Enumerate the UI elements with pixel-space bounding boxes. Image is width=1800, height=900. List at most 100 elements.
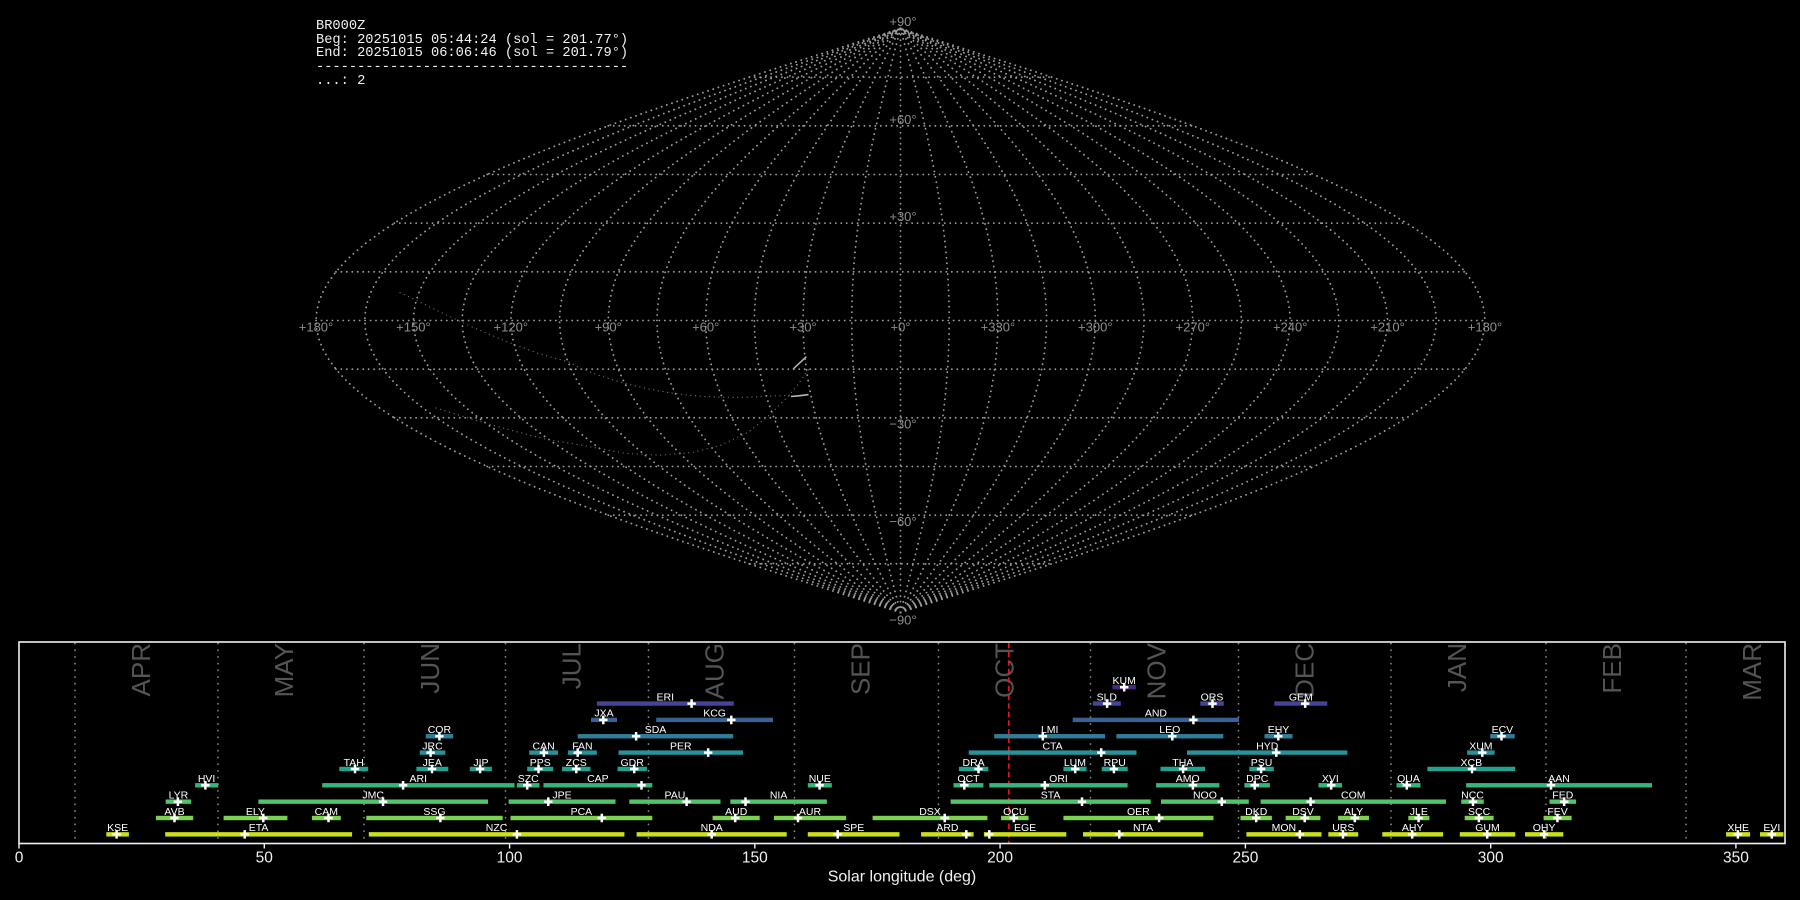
svg-text:PSU: PSU: [1251, 757, 1273, 769]
svg-text:ARD: ARD: [936, 822, 959, 834]
svg-text:NOV: NOV: [1142, 642, 1172, 699]
svg-text:JXA: JXA: [594, 708, 613, 720]
svg-text:TAH: TAH: [344, 757, 364, 769]
svg-text:+30°: +30°: [789, 320, 816, 335]
svg-text:XHE: XHE: [1727, 822, 1749, 834]
svg-text:EHY: EHY: [1268, 724, 1290, 736]
svg-text:OCU: OCU: [1003, 806, 1026, 818]
svg-text:LEO: LEO: [1159, 724, 1180, 736]
svg-text:HVI: HVI: [198, 773, 216, 785]
svg-text:JUN: JUN: [415, 643, 445, 694]
svg-text:GEM: GEM: [1289, 691, 1313, 703]
svg-text:300: 300: [1478, 850, 1504, 867]
svg-text:NDA: NDA: [701, 822, 723, 834]
svg-text:AND: AND: [1145, 708, 1168, 720]
svg-text:+60°: +60°: [692, 320, 719, 335]
svg-text:XCB: XCB: [1461, 757, 1483, 769]
svg-text:MAY: MAY: [269, 643, 299, 697]
svg-text:DEC: DEC: [1290, 643, 1320, 698]
svg-text:OHY: OHY: [1533, 822, 1556, 834]
svg-text:JIP: JIP: [473, 757, 488, 769]
svg-text:+270°: +270°: [1176, 320, 1210, 335]
svg-text:+330°: +330°: [981, 320, 1015, 335]
svg-text:DKD: DKD: [1245, 806, 1268, 818]
svg-text:−60°: −60°: [889, 514, 916, 529]
svg-text:HYD: HYD: [1256, 740, 1279, 752]
svg-text:AHY: AHY: [1402, 822, 1424, 834]
svg-text:LUM: LUM: [1064, 757, 1086, 769]
svg-text:KSE: KSE: [107, 822, 128, 834]
svg-text:JMC: JMC: [362, 790, 384, 802]
svg-text:OER: OER: [1127, 806, 1150, 818]
svg-text:DRA: DRA: [963, 757, 985, 769]
svg-text:GUM: GUM: [1475, 822, 1500, 834]
svg-text:NTA: NTA: [1133, 822, 1153, 834]
svg-text:−90°: −90°: [889, 613, 916, 628]
svg-text:NZC: NZC: [486, 822, 508, 834]
svg-text:JLE: JLE: [1410, 806, 1428, 818]
svg-text:PCA: PCA: [571, 806, 593, 818]
svg-text:ORS: ORS: [1201, 691, 1224, 703]
svg-text:APR: APR: [126, 643, 156, 696]
svg-text:SPE: SPE: [843, 822, 864, 834]
svg-text:0: 0: [15, 850, 24, 867]
svg-text:ETA: ETA: [249, 822, 269, 834]
svg-text:−30°: −30°: [889, 417, 916, 432]
svg-text:SCC: SCC: [1468, 806, 1491, 818]
svg-text:AUR: AUR: [799, 806, 822, 818]
svg-text:+150°: +150°: [396, 320, 430, 335]
svg-text:FEV: FEV: [1547, 806, 1567, 818]
svg-text:THA: THA: [1172, 757, 1193, 769]
svg-text:KCG: KCG: [703, 708, 726, 720]
svg-text:ARI: ARI: [410, 773, 428, 785]
svg-text:ORI: ORI: [1049, 773, 1068, 785]
svg-text:QUA: QUA: [1397, 773, 1420, 785]
svg-text:DPC: DPC: [1246, 773, 1269, 785]
svg-text:+90°: +90°: [889, 14, 916, 29]
svg-text:SSG: SSG: [423, 806, 445, 818]
svg-text:CAM: CAM: [315, 806, 338, 818]
svg-text:MAR: MAR: [1737, 643, 1767, 701]
svg-text:200: 200: [987, 850, 1013, 867]
svg-text:URS: URS: [1332, 822, 1354, 834]
svg-text:AVB: AVB: [164, 806, 184, 818]
svg-text:ERI: ERI: [657, 691, 675, 703]
svg-text:SDA: SDA: [645, 724, 667, 736]
svg-text:XUM: XUM: [1469, 740, 1492, 752]
svg-text:PAU: PAU: [664, 790, 685, 802]
svg-text:+180°: +180°: [299, 320, 333, 335]
svg-text:CAP: CAP: [587, 773, 609, 785]
svg-text:AUG: AUG: [700, 643, 730, 699]
svg-text:CTA: CTA: [1042, 740, 1062, 752]
svg-text:NOO: NOO: [1193, 790, 1217, 802]
svg-text:NUE: NUE: [809, 773, 831, 785]
svg-text:FAN: FAN: [572, 740, 592, 752]
svg-text:+0°: +0°: [890, 320, 910, 335]
svg-text:SLD: SLD: [1097, 691, 1118, 703]
svg-text:+240°: +240°: [1273, 320, 1307, 335]
svg-text:+90°: +90°: [595, 320, 622, 335]
svg-text:JRC: JRC: [422, 740, 443, 752]
svg-text:+120°: +120°: [494, 320, 528, 335]
svg-text:AMO: AMO: [1176, 773, 1200, 785]
svg-text:PER: PER: [670, 740, 692, 752]
svg-text:XVI: XVI: [1322, 773, 1339, 785]
svg-text:COM: COM: [1341, 790, 1366, 802]
svg-text:JEA: JEA: [423, 757, 442, 769]
svg-text:KUM: KUM: [1113, 675, 1136, 687]
svg-text:NCC: NCC: [1461, 790, 1484, 802]
svg-text:GDR: GDR: [621, 757, 645, 769]
svg-text:SEP: SEP: [846, 643, 876, 695]
svg-text:+300°: +300°: [1078, 320, 1112, 335]
svg-text:STA: STA: [1041, 790, 1061, 802]
svg-text:AUD: AUD: [725, 806, 748, 818]
svg-text:ELY: ELY: [246, 806, 265, 818]
svg-text:JPE: JPE: [552, 790, 571, 802]
svg-text:+60°: +60°: [889, 112, 916, 127]
svg-text:OCT: OCT: [957, 773, 980, 785]
svg-text:Solar longitude (deg): Solar longitude (deg): [828, 869, 977, 886]
svg-text:LYR: LYR: [169, 790, 189, 802]
svg-text:250: 250: [1232, 850, 1258, 867]
svg-text:RPU: RPU: [1104, 757, 1126, 769]
svg-text:SZC: SZC: [518, 773, 539, 785]
